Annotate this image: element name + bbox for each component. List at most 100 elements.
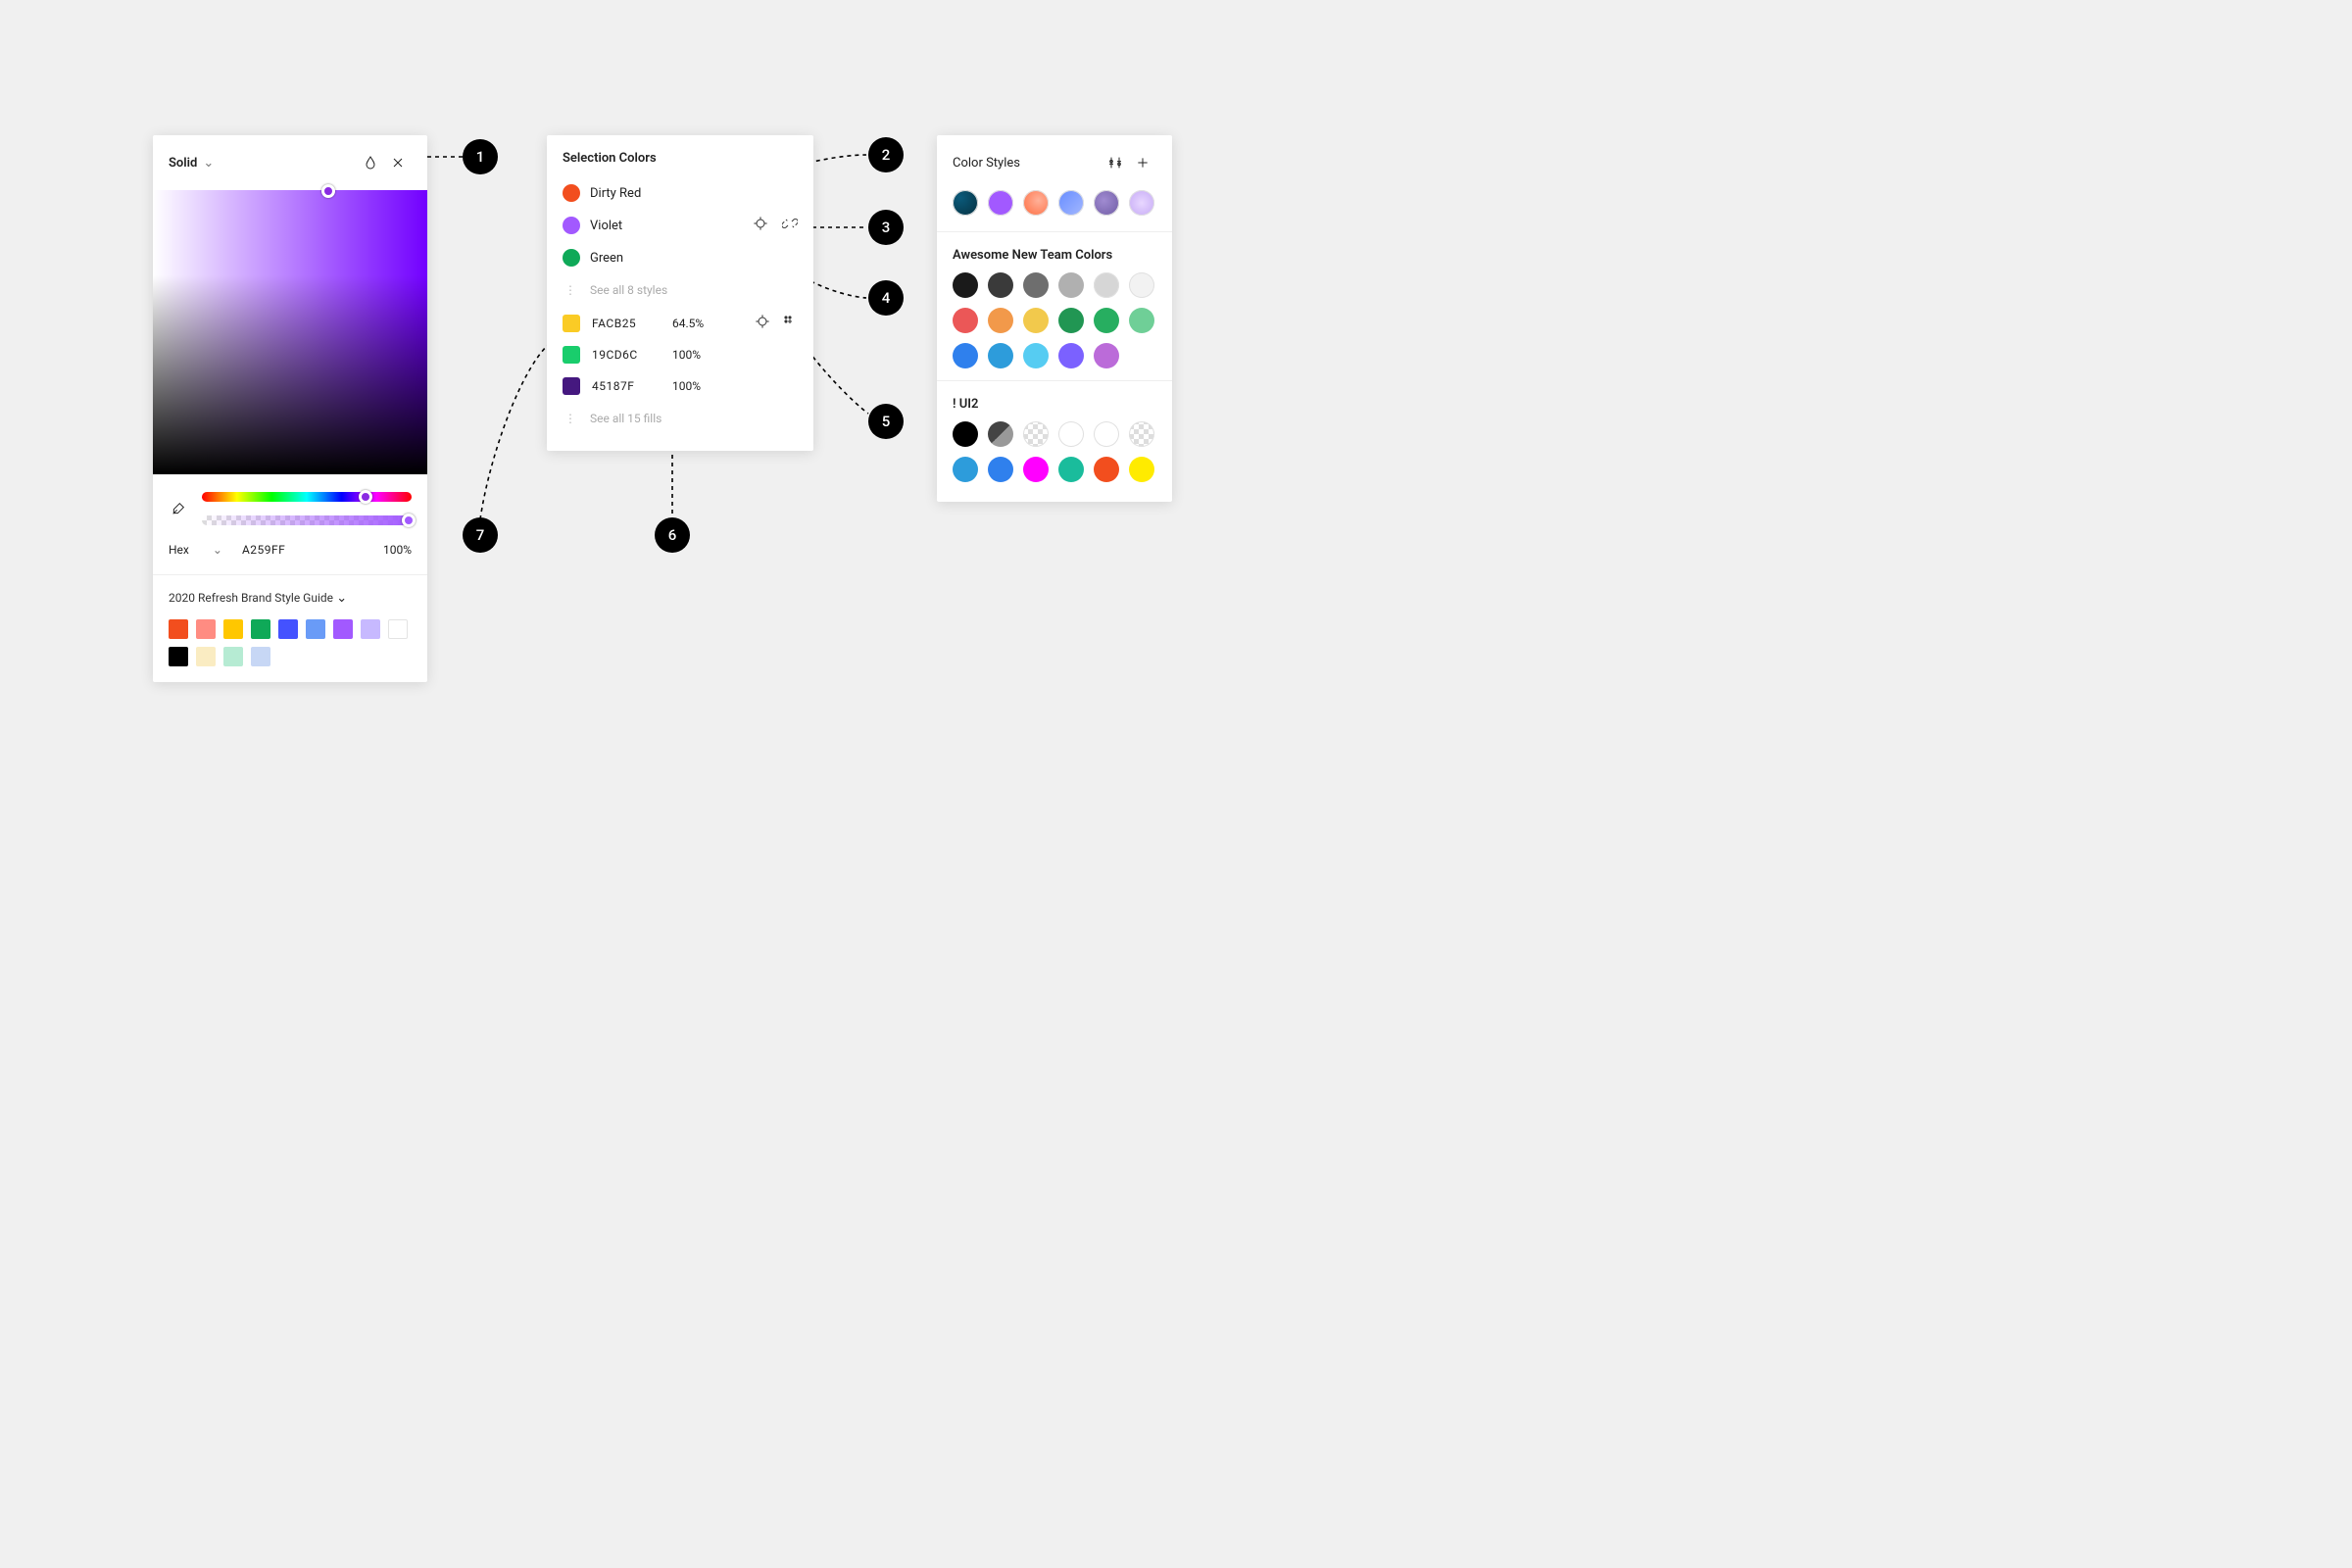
style-color-swatch[interactable]	[988, 457, 1013, 482]
style-color-swatch[interactable]	[1058, 457, 1084, 482]
style-color-grid	[937, 272, 1172, 380]
style-swatch[interactable]	[1129, 190, 1154, 216]
color-swatch	[563, 315, 580, 332]
style-color-swatch[interactable]	[953, 457, 978, 482]
selection-style-row[interactable]: Dirty Red	[547, 177, 813, 209]
style-swatch[interactable]	[1023, 190, 1049, 216]
annotation-badge-3: 3	[868, 210, 904, 245]
style-color-swatch[interactable]	[953, 308, 978, 333]
hue-thumb[interactable]	[359, 490, 372, 504]
style-color-swatch[interactable]	[1129, 421, 1154, 447]
library-section: 2020 Refresh Brand Style Guide ⌄	[153, 575, 427, 682]
target-icon[interactable]	[755, 314, 770, 332]
style-color-swatch[interactable]	[1023, 457, 1049, 482]
alpha-thumb[interactable]	[402, 514, 416, 527]
saturation-brightness-area[interactable]	[153, 190, 427, 474]
library-swatch[interactable]	[278, 619, 298, 639]
annotation-badge-7: 7	[463, 517, 498, 553]
blend-mode-dropdown[interactable]: Solid	[169, 156, 197, 171]
style-color-swatch[interactable]	[988, 308, 1013, 333]
library-swatch[interactable]	[388, 619, 408, 639]
library-title-dropdown[interactable]: 2020 Refresh Brand Style Guide ⌄	[169, 591, 412, 606]
annotation-badge-2: 2	[868, 137, 904, 172]
library-swatch[interactable]	[251, 647, 270, 666]
chevron-down-icon: ⌄	[203, 156, 214, 171]
style-color-swatch[interactable]	[1094, 421, 1119, 447]
style-swatch[interactable]	[953, 190, 978, 216]
style-color-swatch[interactable]	[1023, 272, 1049, 298]
style-color-swatch[interactable]	[1129, 457, 1154, 482]
style-swatch[interactable]	[988, 190, 1013, 216]
fill-opacity: 100%	[672, 348, 721, 362]
style-color-swatch[interactable]	[1023, 308, 1049, 333]
library-swatch[interactable]	[223, 619, 243, 639]
style-color-swatch[interactable]	[953, 343, 978, 368]
annotation-badge-1: 1	[463, 139, 498, 174]
style-swatch[interactable]	[1094, 190, 1119, 216]
style-section-title: Awesome New Team Colors	[937, 232, 1172, 272]
see-all-styles-link[interactable]: ⋮ See all 8 styles	[547, 273, 813, 307]
library-swatch[interactable]	[223, 647, 243, 666]
fill-opacity: 100%	[672, 379, 721, 393]
style-color-swatch[interactable]	[988, 343, 1013, 368]
color-cursor[interactable]	[321, 184, 335, 198]
fill-hex: FACB25	[592, 317, 661, 330]
library-swatch[interactable]	[333, 619, 353, 639]
top-styles-row	[937, 186, 1172, 231]
filter-icon[interactable]	[1102, 149, 1129, 176]
color-dot	[563, 217, 580, 234]
library-swatch[interactable]	[361, 619, 380, 639]
see-all-fills-link[interactable]: ⋮ See all 15 fills	[547, 402, 813, 435]
selection-style-row[interactable]: Violet	[547, 209, 813, 242]
style-color-swatch[interactable]	[1058, 343, 1084, 368]
library-swatch[interactable]	[169, 647, 188, 666]
picker-header: Solid ⌄	[153, 135, 427, 190]
style-color-grid	[937, 421, 1172, 494]
style-color-swatch[interactable]	[1058, 421, 1084, 447]
style-color-swatch[interactable]	[1023, 343, 1049, 368]
blend-icon[interactable]	[357, 149, 384, 176]
more-icon: ⋮	[563, 283, 578, 297]
annotation-badge-4: 4	[868, 280, 904, 316]
selection-style-row[interactable]: Green	[547, 242, 813, 273]
opacity-input[interactable]: 100%	[383, 543, 412, 557]
style-name: Dirty Red	[590, 186, 641, 201]
style-color-swatch[interactable]	[1058, 272, 1084, 298]
style-color-swatch[interactable]	[1094, 272, 1119, 298]
style-color-swatch[interactable]	[988, 421, 1013, 447]
library-swatch[interactable]	[196, 619, 216, 639]
style-color-swatch[interactable]	[1094, 343, 1119, 368]
color-format-dropdown[interactable]: Hex	[169, 543, 189, 557]
selection-fill-row[interactable]: 45187F100%	[547, 370, 813, 402]
style-color-swatch[interactable]	[1094, 308, 1119, 333]
library-swatch[interactable]	[196, 647, 216, 666]
library-swatches	[169, 619, 412, 666]
close-icon[interactable]	[384, 149, 412, 176]
style-color-swatch[interactable]	[1058, 308, 1084, 333]
style-color-swatch[interactable]	[953, 421, 978, 447]
detach-icon[interactable]	[782, 216, 798, 235]
create-style-icon[interactable]	[782, 314, 798, 332]
more-icon: ⋮	[563, 412, 578, 425]
target-icon[interactable]	[753, 216, 768, 235]
style-color-swatch[interactable]	[953, 272, 978, 298]
fill-hex: 19CD6C	[592, 348, 661, 362]
style-color-swatch[interactable]	[1129, 308, 1154, 333]
library-swatch[interactable]	[306, 619, 325, 639]
alpha-slider[interactable]	[202, 515, 412, 525]
library-swatch[interactable]	[169, 619, 188, 639]
add-style-icon[interactable]	[1129, 149, 1156, 176]
selection-fill-row[interactable]: FACB2564.5%	[547, 307, 813, 339]
color-swatch	[563, 346, 580, 364]
library-swatch[interactable]	[251, 619, 270, 639]
style-color-swatch[interactable]	[1129, 272, 1154, 298]
selection-colors-panel: Selection Colors Dirty RedVioletGreen ⋮ …	[547, 135, 813, 451]
hue-slider[interactable]	[202, 492, 412, 502]
style-swatch[interactable]	[1058, 190, 1084, 216]
style-color-swatch[interactable]	[1094, 457, 1119, 482]
style-color-swatch[interactable]	[1023, 421, 1049, 447]
hex-value-input[interactable]: A259FF	[242, 543, 285, 557]
eyedropper-icon[interactable]	[169, 499, 188, 518]
selection-fill-row[interactable]: 19CD6C 100%	[547, 339, 813, 370]
style-color-swatch[interactable]	[988, 272, 1013, 298]
